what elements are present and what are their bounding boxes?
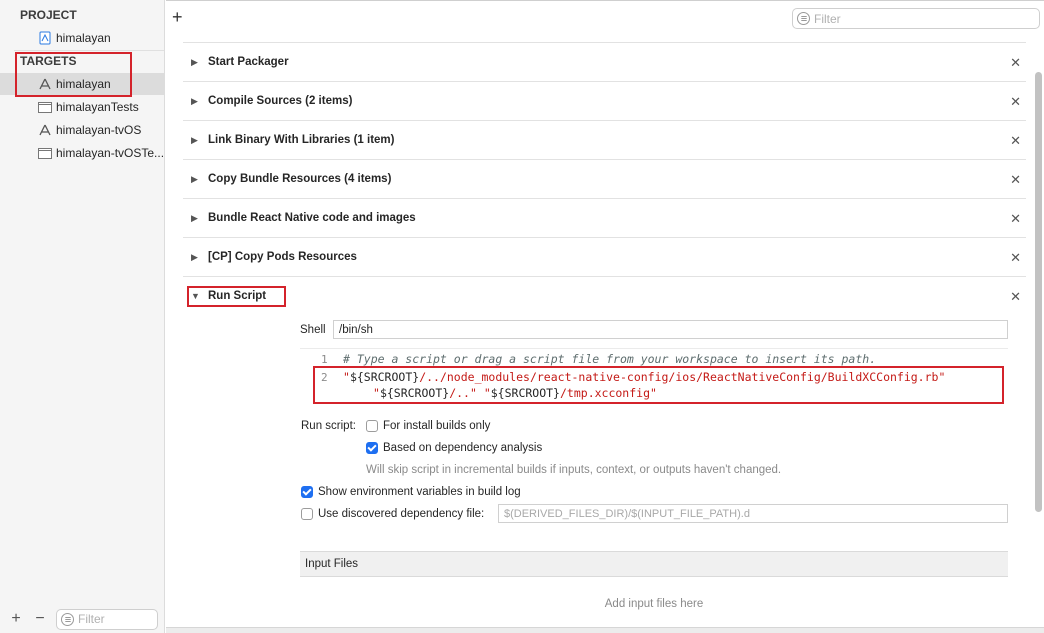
- project-header: PROJECT: [20, 8, 77, 22]
- phase-title: Link Binary With Libraries (1 item): [208, 134, 395, 146]
- install-builds-label: For install builds only: [383, 420, 491, 432]
- script-line-2-wrap: "${SRCROOT}/.." "${SRCROOT}/tmp.xcconfig…: [373, 386, 657, 400]
- close-icon[interactable]: ✕: [1010, 250, 1021, 266]
- sidebar-item-label: himalayan: [56, 77, 111, 91]
- dep-file-label: Use discovered dependency file:: [318, 508, 485, 520]
- script-editor[interactable]: 1 # Type a script or drag a script file …: [300, 348, 1008, 406]
- sidebar-item-label: himalayan: [56, 31, 111, 45]
- phase-copy-pods-resources[interactable]: ▶ [CP] Copy Pods Resources ✕: [183, 237, 1026, 276]
- close-icon[interactable]: ✕: [1010, 133, 1021, 149]
- disclosure-triangle-expanded-icon[interactable]: ▼: [191, 291, 201, 301]
- phase-run-script[interactable]: ▼ Run Script ✕: [183, 276, 1026, 315]
- sidebar-bottom-bar: + − Filter: [0, 605, 164, 633]
- sidebar-item-label: himalayanTests: [56, 100, 139, 114]
- test-bundle-icon: [38, 146, 52, 160]
- build-phases-toolbar: + Filter: [166, 0, 1044, 36]
- phase-bundle-react-native[interactable]: ▶ Bundle React Native code and images ✕: [183, 198, 1026, 237]
- script-comment: # Type a script or drag a script file fr…: [343, 352, 877, 366]
- line-number: 1: [321, 353, 328, 366]
- disclosure-triangle-icon[interactable]: ▶: [191, 57, 201, 68]
- shell-label: Shell: [300, 324, 326, 336]
- install-builds-checkbox[interactable]: [366, 420, 378, 432]
- dependency-analysis-checkbox[interactable]: [366, 442, 378, 454]
- app-target-icon: [38, 123, 52, 137]
- input-files-header: Input Files: [300, 551, 1008, 577]
- input-files-empty-message: Add input files here: [604, 598, 704, 610]
- phase-start-packager[interactable]: ▶ Start Packager ✕: [183, 42, 1026, 81]
- phase-compile-sources[interactable]: ▶ Compile Sources (2 items) ✕: [183, 81, 1026, 120]
- sidebar-item-project[interactable]: himalayan: [0, 27, 164, 49]
- close-icon[interactable]: ✕: [1010, 172, 1021, 188]
- disclosure-triangle-icon[interactable]: ▶: [191, 213, 201, 224]
- line-number: 2: [321, 371, 328, 384]
- phase-link-binary[interactable]: ▶ Link Binary With Libraries (1 item) ✕: [183, 120, 1026, 159]
- sidebar-item-target-tests[interactable]: himalayanTests: [0, 96, 164, 118]
- close-icon[interactable]: ✕: [1010, 94, 1021, 110]
- disclosure-triangle-icon[interactable]: ▶: [191, 174, 201, 185]
- phase-title: Copy Bundle Resources (4 items): [208, 173, 392, 185]
- show-env-checkbox[interactable]: [301, 486, 313, 498]
- sidebar-divider: [14, 50, 164, 51]
- dep-file-field[interactable]: $(DERIVED_FILES_DIR)/$(INPUT_FILE_PATH).…: [498, 504, 1008, 523]
- phase-title: Start Packager: [208, 56, 289, 68]
- project-file-icon: [38, 31, 52, 45]
- sidebar-item-label: himalayan-tvOSTe...: [56, 146, 164, 160]
- phase-title: Compile Sources (2 items): [208, 95, 353, 107]
- sidebar-item-target-himalayan[interactable]: himalayan: [0, 73, 164, 95]
- run-script-label: Run script:: [301, 420, 356, 432]
- test-bundle-icon: [38, 100, 52, 114]
- add-target-button[interactable]: +: [8, 611, 24, 627]
- bottom-edge: [166, 627, 1044, 633]
- disclosure-triangle-icon[interactable]: ▶: [191, 252, 201, 263]
- sidebar-item-target-tvos-tests[interactable]: himalayan-tvOSTe...: [0, 142, 164, 164]
- vertical-scrollbar[interactable]: [1035, 72, 1042, 512]
- sidebar-item-label: himalayan-tvOS: [56, 123, 142, 137]
- phase-copy-bundle-resources[interactable]: ▶ Copy Bundle Resources (4 items) ✕: [183, 159, 1026, 198]
- filter-icon: [797, 12, 810, 25]
- sidebar-filter-input[interactable]: Filter: [56, 608, 158, 630]
- phase-title: Run Script: [208, 290, 267, 302]
- close-icon[interactable]: ✕: [1010, 211, 1021, 227]
- filter-icon: [61, 612, 74, 626]
- show-env-label: Show environment variables in build log: [318, 486, 521, 498]
- targets-sidebar: PROJECT himalayan TARGETS himalayan hima…: [0, 0, 165, 633]
- filter-placeholder: Filter: [814, 11, 841, 26]
- app-target-icon: [38, 77, 52, 91]
- dependency-note: Will skip script in incremental builds i…: [366, 464, 782, 476]
- dependency-analysis-label: Based on dependency analysis: [383, 442, 543, 454]
- phase-title: [CP] Copy Pods Resources: [208, 251, 357, 263]
- shell-field[interactable]: /bin/sh: [333, 320, 1008, 339]
- targets-header: TARGETS: [20, 54, 77, 68]
- script-line-2: "${SRCROOT}/../node_modules/react-native…: [343, 370, 946, 384]
- dep-file-checkbox[interactable]: [301, 508, 313, 520]
- build-phases-filter-input[interactable]: Filter: [792, 8, 1040, 29]
- phase-title: Bundle React Native code and images: [208, 212, 416, 224]
- add-build-phase-button[interactable]: +: [172, 8, 183, 26]
- sidebar-item-target-tvos[interactable]: himalayan-tvOS: [0, 119, 164, 141]
- close-icon[interactable]: ✕: [1010, 289, 1021, 305]
- close-icon[interactable]: ✕: [1010, 55, 1021, 71]
- remove-target-button[interactable]: −: [32, 611, 48, 627]
- filter-placeholder: Filter: [78, 612, 105, 626]
- disclosure-triangle-icon[interactable]: ▶: [191, 135, 201, 146]
- disclosure-triangle-icon[interactable]: ▶: [191, 96, 201, 107]
